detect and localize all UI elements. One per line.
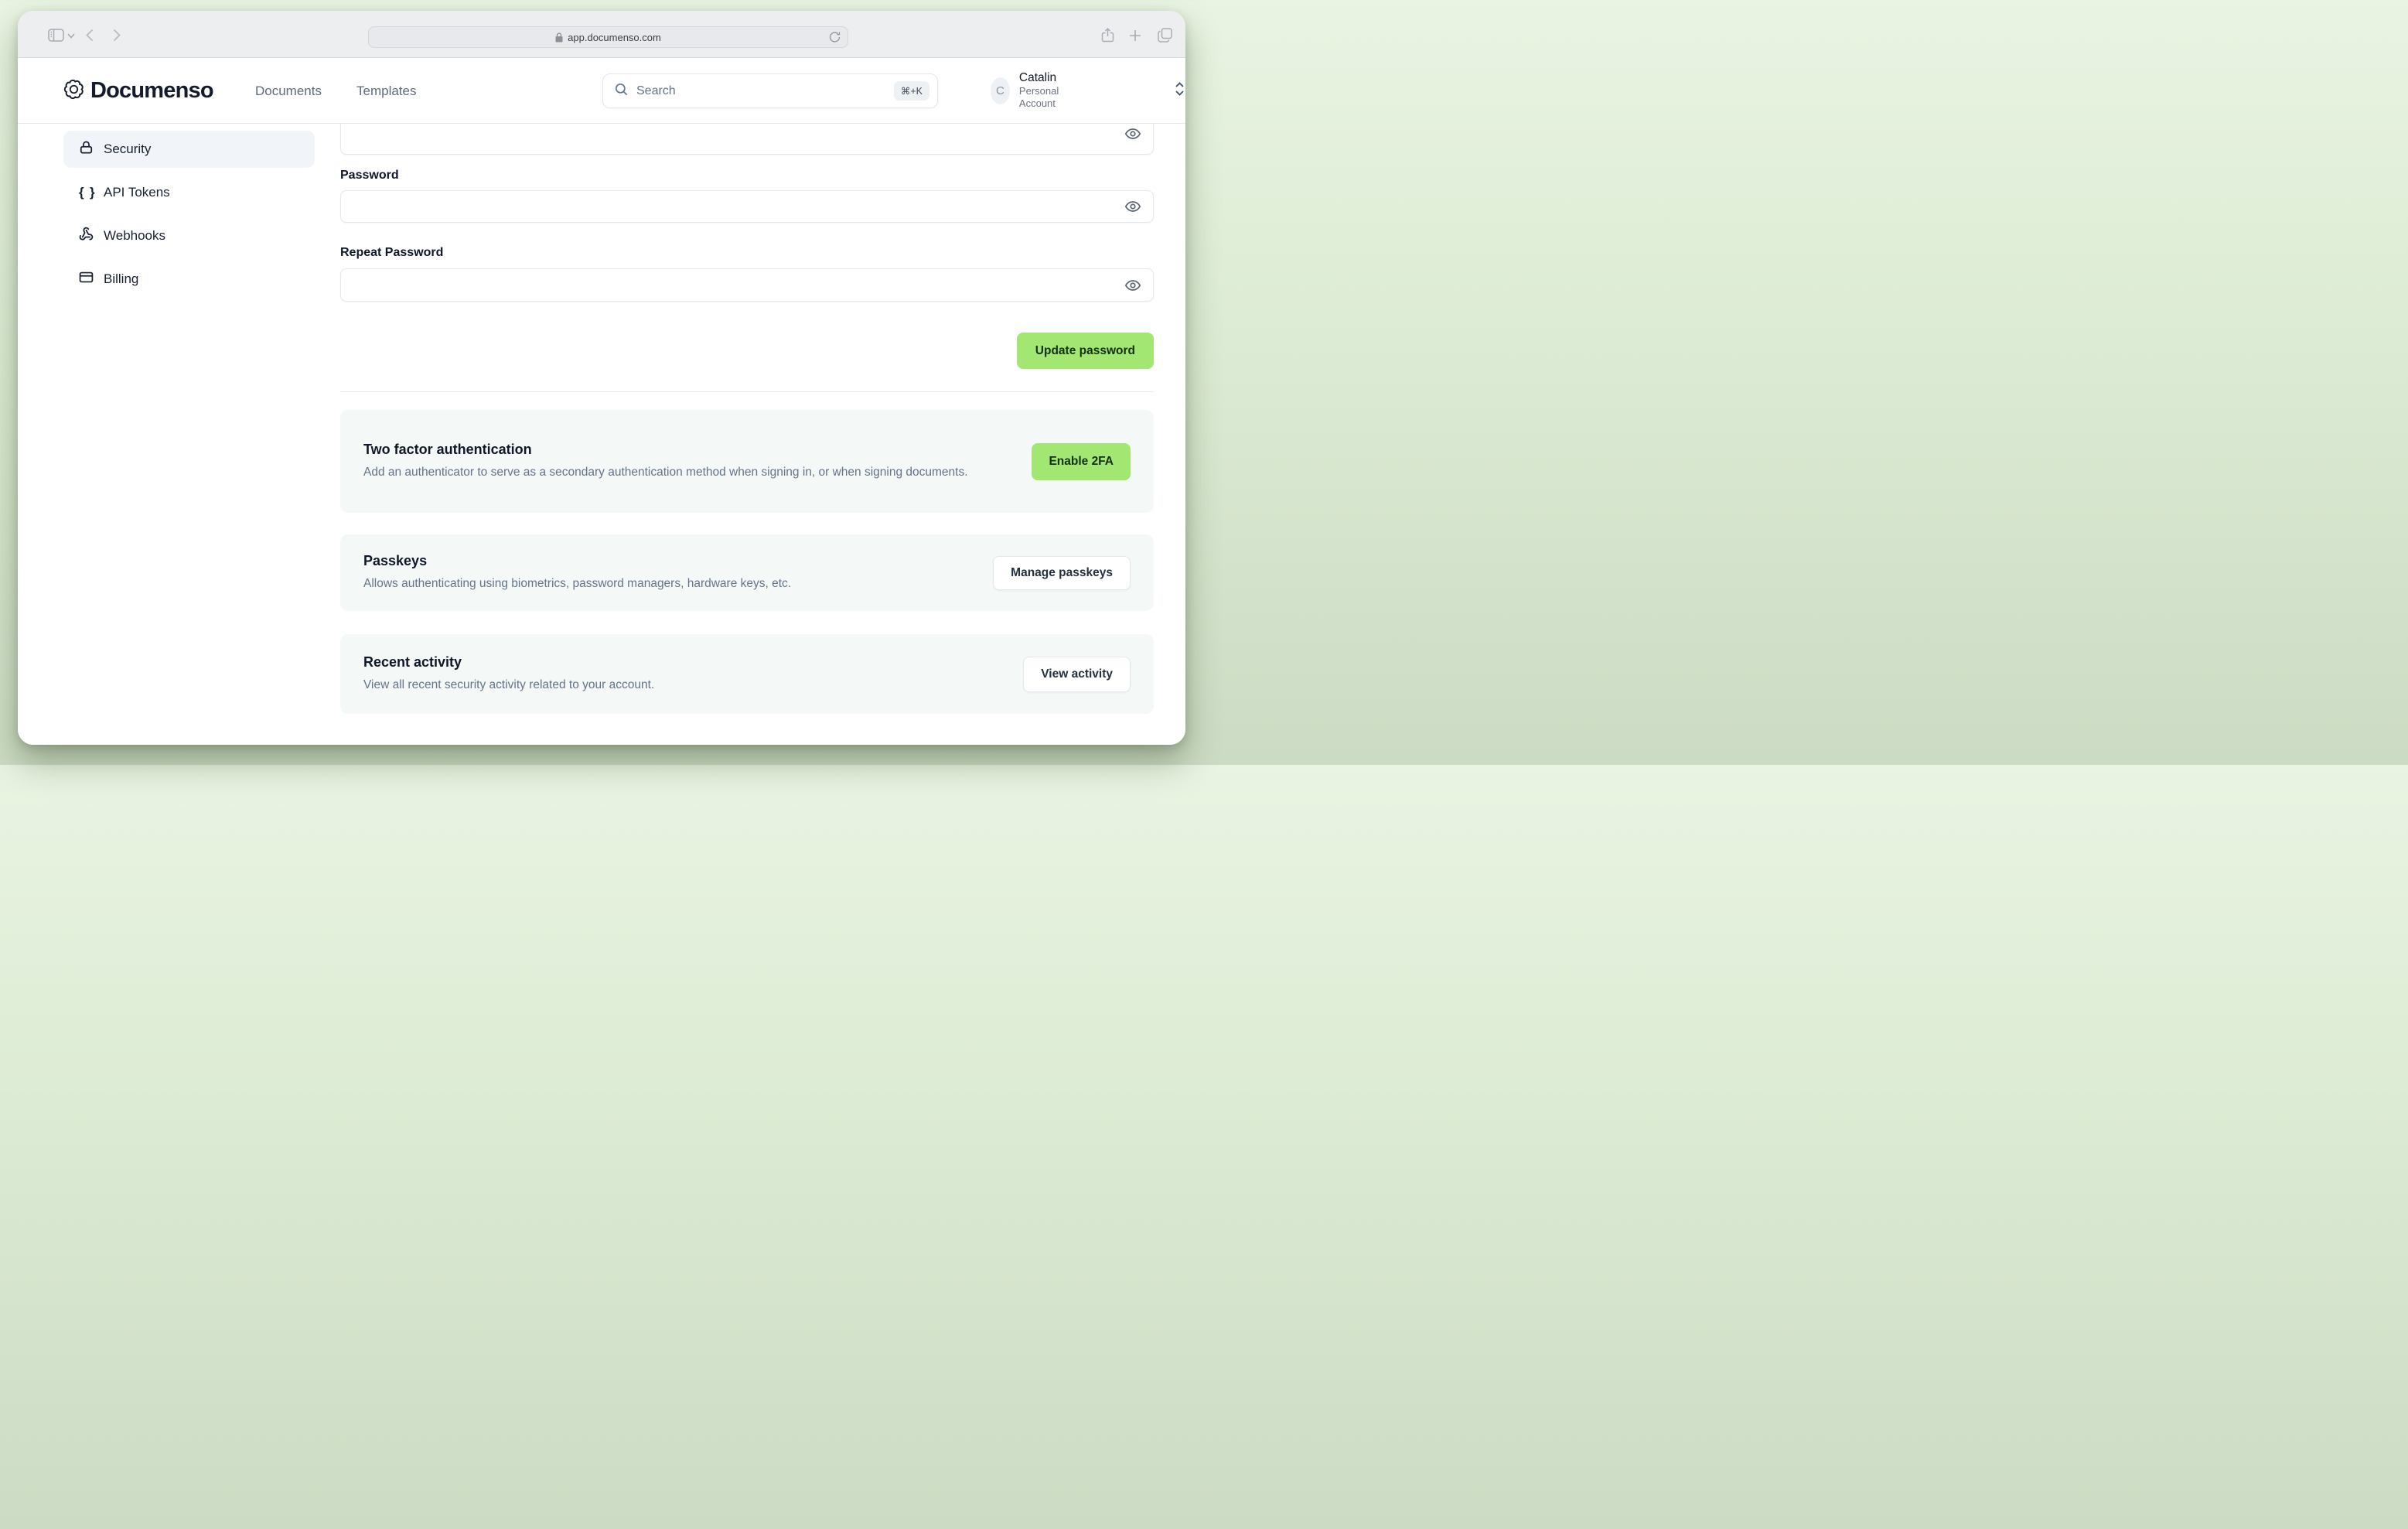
sidebar-toggle-icon[interactable] [48,29,64,42]
eye-icon[interactable] [1124,198,1141,217]
browser-toolbar: app.documenso.com [18,11,1185,58]
url-bar[interactable]: app.documenso.com [368,26,848,48]
sidebar-item-webhooks[interactable]: Webhooks [63,217,315,254]
documenso-seal-icon [63,79,84,104]
avatar: C [991,77,1010,104]
nav-documents[interactable]: Documents [255,58,322,124]
current-password-input[interactable] [341,124,1153,154]
manage-passkeys-button[interactable]: Manage passkeys [993,555,1131,590]
url-text: app.documenso.com [568,31,661,43]
section-divider [340,391,1154,392]
view-activity-button[interactable]: View activity [1023,656,1131,692]
two-factor-description: Add an authenticator to serve as a secon… [363,465,968,479]
lock-icon [79,140,94,159]
passkeys-description: Allows authenticating using biometrics, … [363,576,792,590]
forward-icon[interactable] [113,29,121,42]
update-password-button[interactable]: Update password [1016,333,1154,369]
settings-sidebar: Security { } API Tokens Webhooks Billing [63,131,315,304]
browser-window: app.documenso.com Documenso Documents Te… [18,11,1185,745]
brand-name: Documenso [90,78,214,103]
eye-icon[interactable] [1124,277,1141,296]
user-name: Catalin [1018,71,1057,85]
page-content: Security { } API Tokens Webhooks Billing… [18,124,1185,745]
recent-activity-description: View all recent security activity relate… [363,677,655,691]
current-password-field[interactable] [340,124,1154,155]
user-account-type: Personal Account [1018,85,1059,110]
tls-lock-icon [555,32,563,43]
sidebar-item-label: API Tokens [104,185,170,200]
nav-templates[interactable]: Templates [356,58,416,124]
passkeys-title: Passkeys [363,552,428,568]
brand-logo[interactable]: Documenso [63,58,214,124]
search-placeholder: Search [636,84,676,97]
search-input[interactable]: Search ⌘+K [602,73,938,108]
new-tab-icon[interactable] [1129,29,1141,42]
sidebar-item-billing[interactable]: Billing [63,261,315,298]
reload-icon[interactable] [829,31,841,43]
eye-icon[interactable] [1124,125,1141,145]
sidebar-item-label: Billing [104,271,139,286]
credit-card-icon [79,270,94,288]
chevrons-up-down-icon [1174,81,1185,101]
sidebar-item-api-tokens[interactable]: { } API Tokens [63,174,315,211]
search-icon [614,82,629,101]
two-factor-title: Two factor authentication [363,441,532,457]
security-settings-main: Password Repeat Password Update password… [340,124,1154,714]
recent-activity-section: Recent activity View all recent security… [340,634,1154,714]
toolbar-chevron-down-icon[interactable] [67,33,75,39]
user-menu[interactable]: C Catalin Personal Account [991,58,1185,124]
search-shortcut-badge: ⌘+K [893,81,929,101]
sidebar-item-label: Webhooks [104,228,166,243]
recent-activity-title: Recent activity [363,654,462,670]
app-header: Documenso Documents Templates Search ⌘+K… [18,58,1185,124]
tab-overview-icon[interactable] [1158,28,1172,43]
sidebar-item-label: Security [104,142,152,156]
enable-2fa-button[interactable]: Enable 2FA [1032,442,1131,480]
back-icon[interactable] [86,29,94,42]
repeat-password-field[interactable] [340,268,1154,302]
share-icon[interactable] [1101,28,1114,43]
password-input[interactable] [341,191,1153,222]
braces-icon: { } [79,185,97,200]
password-label: Password [340,169,399,182]
repeat-password-label: Repeat Password [340,246,444,259]
sidebar-item-security[interactable]: Security [63,131,315,168]
password-field[interactable] [340,190,1154,223]
two-factor-section: Two factor authentication Add an authent… [340,410,1154,513]
repeat-password-input[interactable] [341,269,1153,301]
passkeys-section: Passkeys Allows authenticating using bio… [340,534,1154,611]
webhook-icon [79,227,94,245]
